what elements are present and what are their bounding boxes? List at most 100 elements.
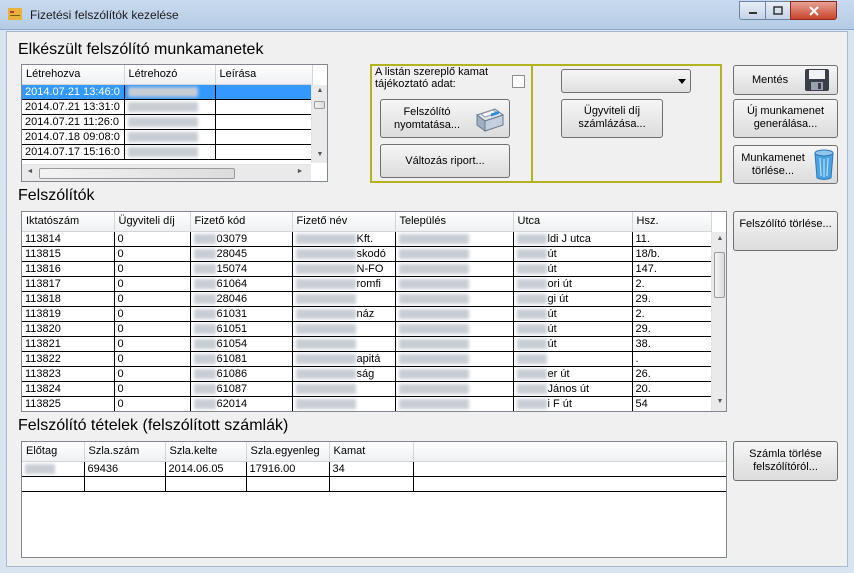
table-row[interactable]: 113816 0 15074 N-FO út 147.	[22, 261, 712, 277]
save-button[interactable]: Mentés	[733, 65, 838, 95]
table-row[interactable]: 2014.07.21 13:31:0	[22, 99, 313, 115]
delete-notice-label: Felszólító törlése...	[739, 218, 832, 230]
table-cell: 11.	[632, 231, 712, 247]
table-cell: 113819	[22, 306, 115, 322]
printer-icon	[475, 108, 505, 132]
column-header[interactable]: Szla.kelte	[165, 442, 247, 462]
table-cell: ori út	[513, 276, 633, 292]
table-row[interactable]: 113821 0 61054 út 38.	[22, 336, 712, 352]
scroll-up-icon[interactable]: ▲	[312, 87, 327, 94]
cell-text: 20.	[635, 382, 651, 395]
table-row[interactable]: 2014.07.17 15:16:0	[22, 144, 313, 160]
table-row[interactable]: 113822 0 61081 apitá.	[22, 351, 712, 367]
window-title: Fizetési felszólítók kezelése	[30, 8, 179, 22]
scroll-thumb[interactable]	[714, 252, 725, 298]
table-row[interactable]: 113815 0 28045 skodó út 18/b.	[22, 246, 712, 262]
cell-text: 61086	[216, 367, 248, 380]
column-header[interactable]: Létrehozva	[22, 65, 125, 85]
table-cell: 29.	[632, 321, 712, 337]
scroll-thumb[interactable]	[39, 168, 235, 179]
table-cell	[215, 114, 313, 130]
table-cell: 2014.07.21 11:26:0	[22, 114, 125, 130]
column-header[interactable]: Hsz.	[632, 212, 712, 232]
cell-text: 0	[117, 352, 124, 365]
fee-billing-button[interactable]: Ügyviteli díj számlázása...	[561, 99, 663, 138]
change-report-button[interactable]: Változás riport...	[380, 144, 510, 178]
table-row-empty[interactable]	[22, 476, 726, 492]
table-cell: 0	[114, 231, 191, 247]
table-cell: 28046	[190, 291, 293, 307]
delete-notice-button[interactable]: Felszólító törlése...	[733, 211, 838, 251]
column-header[interactable]: Létrehozó	[124, 65, 216, 85]
table-row[interactable]: 113817 0 61064 romfi ori út 2.	[22, 276, 712, 292]
scroll-thumb[interactable]	[314, 101, 325, 109]
table-cell	[215, 129, 313, 145]
new-session-button[interactable]: Új munkamenet generálása...	[733, 99, 838, 138]
maximize-button[interactable]	[765, 1, 791, 20]
column-header[interactable]: Szla.szám	[84, 442, 166, 462]
table-row[interactable]: 113819 0 61031 náz út 2.	[22, 306, 712, 322]
table-cell: 0	[114, 321, 191, 337]
scroll-right-icon[interactable]: ►	[292, 168, 308, 175]
column-header[interactable]: Szla.egyenleg	[246, 442, 330, 462]
table-cell: 0	[114, 336, 191, 352]
column-header[interactable]: Utca	[513, 212, 633, 232]
table-cell	[513, 351, 633, 367]
minimize-button[interactable]	[739, 1, 766, 20]
scroll-up-icon[interactable]: ▲	[712, 235, 726, 242]
table-cell: náz	[292, 306, 396, 322]
scroll-down-icon[interactable]: ▼	[312, 151, 327, 158]
table-row[interactable]: 113825 0 62014 i F út 54	[22, 396, 712, 411]
cell-text: náz	[356, 307, 375, 320]
column-header[interactable]: Leírása	[215, 65, 313, 85]
cell-text: 0	[117, 277, 124, 290]
type-combobox[interactable]	[561, 69, 691, 93]
table-row[interactable]: 113818 0 28046 gi út 29.	[22, 291, 712, 307]
column-header[interactable]: Iktatószám	[22, 212, 115, 232]
print-notice-button[interactable]: Felszólító nyomtatása...	[380, 99, 510, 138]
notices-vertical-scrollbar[interactable]: ▲ ▼	[711, 232, 726, 411]
table-row[interactable]: 113823 0 61086 ság er út 26.	[22, 366, 712, 382]
cell-text: ság	[356, 367, 375, 380]
table-row[interactable]: 69436 2014.06.05 17916.00 34	[22, 461, 726, 477]
delete-invoice-button[interactable]: Számla törlése felszólítóról...	[733, 441, 838, 481]
column-header[interactable]: Település	[395, 212, 514, 232]
cell-text: 113819	[25, 307, 61, 320]
table-row[interactable]: 2014.07.21 11:26:0	[22, 114, 313, 130]
column-header[interactable]: Fizető név	[292, 212, 396, 232]
cell-text: 0	[117, 247, 124, 260]
cell-text: 18/b.	[635, 247, 660, 260]
notices-grid[interactable]: Iktatószám Ügyviteli díj Fizető kód Fize…	[21, 211, 727, 412]
change-report-label: Változás riport...	[405, 155, 485, 167]
sessions-vertical-scrollbar[interactable]: ▲ ▼	[311, 85, 327, 163]
table-cell: 2014.07.18 09:08:0	[22, 129, 125, 145]
interest-info-label: A listán szereplő kamat tájékoztató adat…	[375, 66, 489, 90]
cell-text: út	[547, 337, 557, 350]
column-header[interactable]: Ügyviteli díj	[114, 212, 191, 232]
items-grid[interactable]: Előtag Szla.szám Szla.kelte Szla.egyenle…	[21, 441, 727, 558]
table-row[interactable]: 113820 0 61051 út 29.	[22, 321, 712, 337]
scroll-left-icon[interactable]: ◄	[22, 168, 38, 175]
table-cell: 28045	[190, 246, 293, 262]
table-cell: 113817	[22, 276, 115, 292]
delete-session-button[interactable]: Munkamenet törlése...	[733, 145, 838, 184]
interest-checkbox[interactable]	[512, 75, 525, 88]
cell-text: 0	[117, 322, 124, 335]
print-notice-label: Felszólító nyomtatása...	[393, 106, 461, 131]
sessions-grid[interactable]: Létrehozva Létrehozó Leírása 2014.07.21 …	[21, 64, 328, 182]
table-row[interactable]: 113814 0 03079 Kft. ldi J utca 11.	[22, 231, 712, 247]
table-row[interactable]: 2014.07.21 13:46:0	[22, 84, 313, 100]
table-cell: romfi	[292, 276, 396, 292]
table-row[interactable]: 113824 0 61087 János út 20.	[22, 381, 712, 397]
column-header[interactable]: Fizető kód	[190, 212, 293, 232]
cell-text: 62014	[216, 397, 248, 410]
column-header[interactable]: Előtag	[22, 442, 85, 462]
minimize-icon	[748, 11, 757, 14]
column-header[interactable]: Kamat	[329, 442, 414, 462]
cell-text: gi út	[547, 292, 569, 305]
scroll-down-icon[interactable]: ▼	[712, 398, 726, 405]
close-button[interactable]	[790, 1, 837, 20]
table-cell: 113815	[22, 246, 115, 262]
table-row[interactable]: 2014.07.18 09:08:0	[22, 129, 313, 145]
sessions-horizontal-scrollbar[interactable]: ◄ ►	[22, 164, 311, 181]
